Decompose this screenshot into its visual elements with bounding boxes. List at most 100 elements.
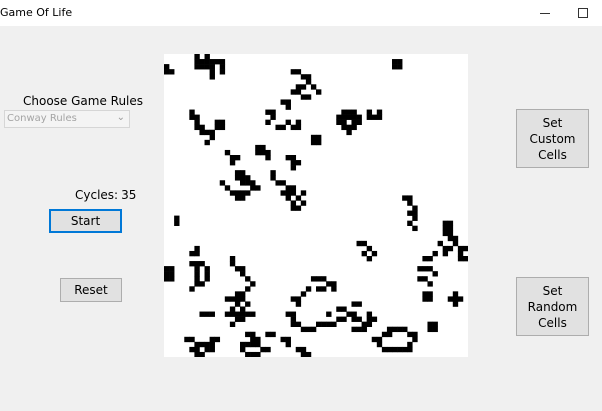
- live-cell[interactable]: [189, 286, 195, 292]
- live-cell[interactable]: [336, 114, 342, 120]
- live-cell[interactable]: [255, 351, 261, 357]
- live-cell[interactable]: [209, 346, 215, 353]
- live-cell[interactable]: [295, 160, 302, 166]
- live-cell[interactable]: [316, 321, 322, 327]
- live-cell[interactable]: [240, 341, 246, 348]
- live-cell[interactable]: [326, 321, 332, 327]
- live-cell[interactable]: [300, 351, 307, 357]
- live-cell[interactable]: [381, 346, 388, 353]
- live-cell[interactable]: [234, 195, 241, 201]
- live-cell[interactable]: [457, 250, 464, 257]
- live-cell[interactable]: [204, 139, 210, 146]
- live-cell[interactable]: [321, 276, 327, 282]
- live-cell[interactable]: [331, 281, 337, 287]
- live-cell[interactable]: [245, 331, 251, 338]
- live-cell[interactable]: [326, 311, 332, 317]
- live-cell[interactable]: [407, 331, 413, 338]
- live-cell[interactable]: [270, 114, 276, 120]
- live-cell[interactable]: [194, 114, 200, 120]
- live-cell[interactable]: [422, 256, 428, 262]
- live-cell[interactable]: [295, 84, 302, 90]
- live-cell[interactable]: [376, 336, 383, 343]
- live-cell[interactable]: [392, 326, 398, 333]
- live-cell[interactable]: [194, 59, 200, 65]
- live-cell[interactable]: [169, 271, 175, 277]
- live-cell[interactable]: [255, 185, 261, 191]
- life-grid-canvas[interactable]: [164, 54, 468, 357]
- live-cell[interactable]: [240, 271, 246, 277]
- live-cell[interactable]: [224, 296, 231, 302]
- live-cell[interactable]: [366, 316, 373, 322]
- live-cell[interactable]: [204, 266, 210, 272]
- live-cell[interactable]: [407, 195, 413, 201]
- live-cell[interactable]: [305, 326, 312, 333]
- live-cell[interactable]: [412, 210, 418, 216]
- live-cell[interactable]: [290, 160, 297, 166]
- live-cell[interactable]: [366, 311, 373, 317]
- live-cell[interactable]: [341, 124, 347, 131]
- live-cell[interactable]: [346, 129, 352, 136]
- live-cell[interactable]: [265, 149, 271, 156]
- live-cell[interactable]: [351, 326, 357, 333]
- live-cell[interactable]: [366, 256, 373, 262]
- live-cell[interactable]: [300, 326, 307, 333]
- live-cell[interactable]: [290, 185, 297, 191]
- live-cell[interactable]: [270, 109, 276, 115]
- live-cell[interactable]: [265, 155, 271, 161]
- live-cell[interactable]: [194, 54, 200, 60]
- live-cell[interactable]: [316, 89, 322, 95]
- live-cell[interactable]: [234, 316, 241, 322]
- live-cell[interactable]: [417, 266, 423, 272]
- live-cell[interactable]: [361, 326, 367, 333]
- live-cell[interactable]: [199, 261, 205, 267]
- live-cell[interactable]: [204, 276, 210, 282]
- live-cell[interactable]: [250, 351, 256, 357]
- live-cell[interactable]: [427, 296, 433, 302]
- live-cell[interactable]: [250, 311, 256, 317]
- live-cell[interactable]: [407, 341, 413, 348]
- live-cell[interactable]: [270, 175, 276, 181]
- live-cell[interactable]: [447, 245, 454, 252]
- live-cell[interactable]: [245, 180, 251, 186]
- live-cell[interactable]: [240, 170, 246, 176]
- live-cell[interactable]: [194, 64, 200, 70]
- live-cell[interactable]: [194, 124, 200, 131]
- live-cell[interactable]: [376, 109, 383, 115]
- live-cell[interactable]: [285, 119, 291, 125]
- live-cell[interactable]: [194, 245, 200, 252]
- live-cell[interactable]: [240, 291, 246, 297]
- live-cell[interactable]: [229, 256, 236, 262]
- live-cell[interactable]: [351, 301, 357, 307]
- live-cell[interactable]: [356, 114, 362, 120]
- live-cell[interactable]: [462, 256, 468, 262]
- live-cell[interactable]: [407, 220, 413, 226]
- live-cell[interactable]: [346, 114, 352, 120]
- live-cell[interactable]: [300, 200, 307, 206]
- live-cell[interactable]: [316, 139, 322, 146]
- live-cell[interactable]: [219, 64, 226, 70]
- live-cell[interactable]: [447, 225, 454, 232]
- live-cell[interactable]: [376, 114, 383, 120]
- live-cell[interactable]: [290, 316, 297, 322]
- live-cell[interactable]: [194, 266, 200, 272]
- live-cell[interactable]: [316, 276, 322, 282]
- rules-dropdown[interactable]: Conway Rules ⌄: [4, 110, 130, 128]
- live-cell[interactable]: [295, 205, 302, 211]
- live-cell[interactable]: [392, 346, 398, 353]
- live-cell[interactable]: [209, 64, 215, 70]
- live-cell[interactable]: [204, 129, 210, 136]
- live-cell[interactable]: [447, 230, 454, 237]
- live-cell[interactable]: [255, 149, 261, 156]
- live-cell[interactable]: [250, 331, 256, 338]
- live-cell[interactable]: [361, 240, 367, 247]
- live-cell[interactable]: [305, 79, 312, 85]
- live-cell[interactable]: [407, 200, 413, 206]
- live-cell[interactable]: [219, 69, 226, 75]
- live-cell[interactable]: [376, 341, 383, 348]
- live-cell[interactable]: [280, 336, 286, 343]
- live-cell[interactable]: [285, 311, 291, 317]
- live-cell[interactable]: [234, 311, 241, 317]
- live-cell[interactable]: [437, 240, 443, 247]
- live-cell[interactable]: [250, 281, 256, 287]
- live-cell[interactable]: [265, 346, 271, 353]
